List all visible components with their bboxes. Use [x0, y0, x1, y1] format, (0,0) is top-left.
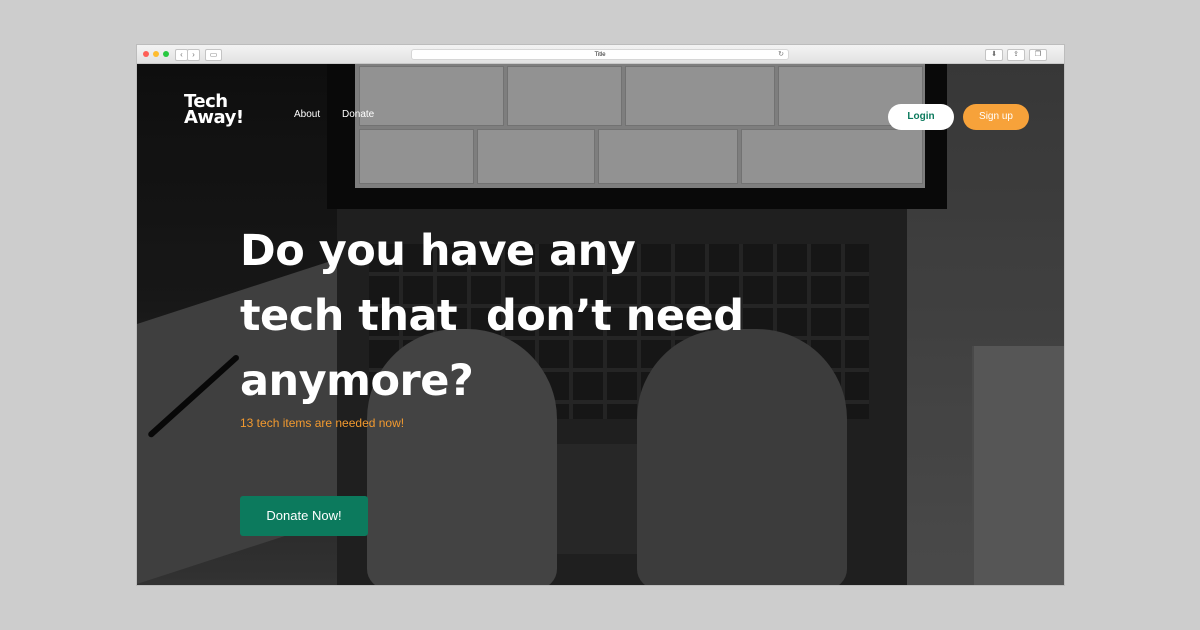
logo-line-2: Away!	[184, 107, 244, 128]
nav-link-about[interactable]: About	[294, 109, 320, 120]
tabs-icon[interactable]: ❐	[1029, 49, 1047, 61]
headline-line-1: Do you have any	[240, 226, 636, 276]
donate-now-button[interactable]: Donate Now!	[240, 496, 368, 536]
login-button[interactable]: Login	[888, 104, 954, 130]
hero-section: Tech Away! About Donate Login Sign up Do…	[137, 64, 1064, 585]
close-window-button[interactable]	[143, 51, 149, 57]
signup-button[interactable]: Sign up	[963, 104, 1029, 130]
browser-window: ‹ › ▭ Title ↻ ⬇ ⇪ ❐ +	[137, 45, 1064, 585]
minimize-window-button[interactable]	[153, 51, 159, 57]
reload-icon[interactable]: ↻	[778, 50, 784, 60]
headline-line-3: anymore?	[240, 356, 474, 406]
logo[interactable]: Tech Away!	[184, 93, 244, 128]
address-bar[interactable]: Title ↻	[411, 49, 789, 60]
maximize-window-button[interactable]	[163, 51, 169, 57]
headline-line-2: tech that don’t need	[240, 291, 744, 341]
sidebar-icon[interactable]: ▭	[205, 49, 222, 61]
page-title: Title	[594, 52, 606, 58]
chevron-right-icon[interactable]: ›	[187, 49, 200, 61]
download-icon[interactable]: ⬇	[985, 49, 1003, 61]
items-needed-text: 13 tech items are needed now!	[240, 416, 405, 430]
nav-link-donate[interactable]: Donate	[342, 109, 374, 120]
hero-headline: Do you have any tech that don’t need any…	[240, 219, 780, 414]
share-icon[interactable]: ⇪	[1007, 49, 1025, 61]
browser-toolbar: ‹ › ▭ Title ↻ ⬇ ⇪ ❐	[137, 45, 1064, 64]
